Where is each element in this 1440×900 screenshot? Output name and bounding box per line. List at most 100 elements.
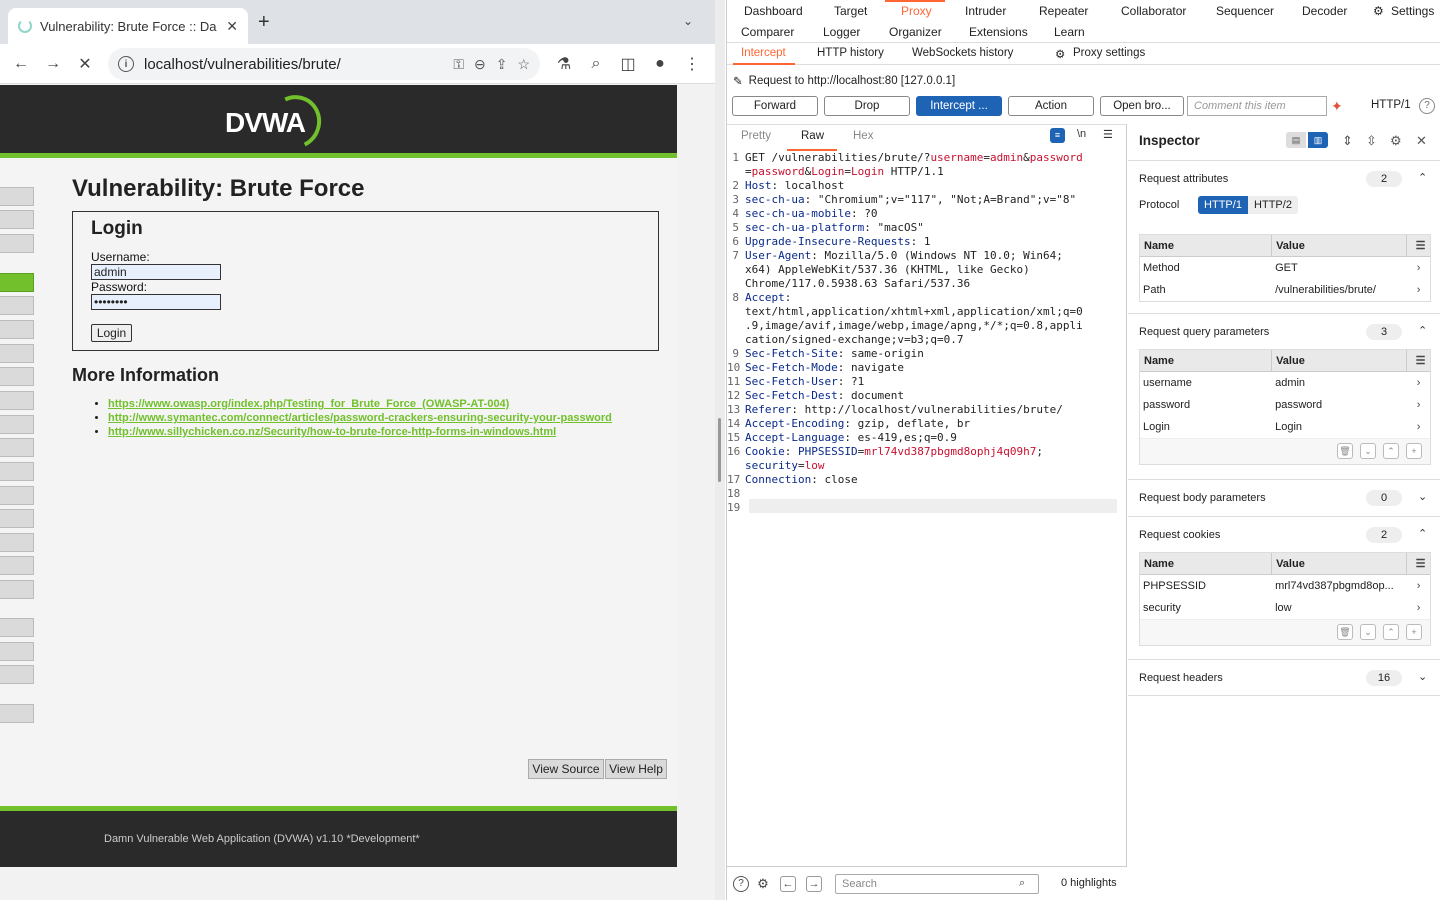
code-line[interactable]: 11 Sec-Fetch-User: ?1 (727, 375, 1127, 389)
highlight-color-icon[interactable]: ✦ (1331, 98, 1343, 115)
menu-button[interactable] (0, 533, 34, 552)
column-menu-icon[interactable]: ☰ (1407, 553, 1430, 574)
code-line[interactable]: 8 Accept: (727, 291, 1127, 305)
menu-button[interactable] (0, 486, 34, 505)
chevron-up-icon[interactable]: ⌃ (1418, 527, 1427, 540)
chevron-up-icon[interactable]: ⌃ (1418, 324, 1427, 337)
extension-flask-icon[interactable]: ⚗ (552, 52, 576, 76)
comment-input[interactable]: Comment this item (1187, 96, 1327, 116)
newline-toggle[interactable]: \n (1077, 128, 1086, 140)
delete-icon[interactable]: 🗑 (1337, 443, 1353, 459)
menu-button[interactable] (0, 187, 34, 206)
bookmark-star-icon[interactable]: ☆ (517, 56, 530, 73)
site-info-icon[interactable]: i (118, 56, 134, 72)
profile-avatar-icon[interactable]: ● (648, 52, 672, 76)
subtab-intercept[interactable]: Intercept (741, 47, 786, 59)
tab-repeater[interactable]: Repeater (1039, 4, 1088, 18)
code-line[interactable]: 19 (727, 501, 1127, 515)
chevron-right-icon[interactable]: › (1407, 394, 1430, 416)
menu-button[interactable] (0, 391, 34, 410)
menu-button[interactable] (0, 344, 34, 363)
column-menu-icon[interactable]: ☰ (1407, 235, 1430, 256)
code-line[interactable]: security=low (727, 459, 1127, 473)
tab-extensions[interactable]: Extensions (969, 25, 1028, 39)
side-panel-icon[interactable]: ◫ (616, 52, 640, 76)
move-down-icon[interactable]: ⌄ (1360, 624, 1376, 640)
http2-toggle[interactable]: HTTP/2 (1248, 196, 1298, 214)
tab-settings[interactable]: Settings (1391, 4, 1434, 18)
drop-button[interactable]: Drop (824, 96, 910, 116)
tab-comparer[interactable]: Comparer (741, 25, 794, 39)
table-row[interactable]: PHPSESSID mrl74vd387pbgmd8op... › (1140, 575, 1430, 597)
section-request-attributes[interactable]: Request attributes 2 ⌃ (1128, 160, 1440, 197)
tab-intruder[interactable]: Intruder (965, 4, 1006, 18)
kebab-menu-icon[interactable]: ⋮ (680, 52, 704, 76)
chevron-right-icon[interactable]: › (1407, 575, 1430, 597)
expand-all-icon[interactable]: ⇕ (1342, 133, 1353, 149)
word-wrap-icon[interactable]: ≡ (1050, 128, 1065, 143)
request-raw-text[interactable]: 1 GET /vulnerabilities/brute/?username=ad… (727, 151, 1127, 515)
stop-loading-icon[interactable]: ✕ (73, 52, 97, 76)
move-up-icon[interactable]: ⌃ (1383, 443, 1399, 459)
section-body-parameters[interactable]: Request body parameters 0 ⌄ (1128, 479, 1440, 516)
code-line[interactable]: 9 Sec-Fetch-Site: same-origin (727, 347, 1127, 361)
code-line[interactable]: 3 sec-ch-ua: "Chromium";v="117", "Not;A=B… (727, 193, 1127, 207)
menu-button[interactable] (0, 320, 34, 339)
browser-tab[interactable]: Vulnerability: Brute Force :: Da ✕ (8, 8, 248, 44)
tab-raw[interactable]: Raw (801, 130, 824, 142)
pencil-icon[interactable]: ✎ (733, 74, 743, 88)
intercept-toggle-button[interactable]: Intercept ... (916, 96, 1002, 116)
view-help-button[interactable]: View Help (605, 759, 667, 779)
back-arrow-icon[interactable]: ← (9, 52, 33, 76)
address-bar[interactable]: i localhost/vulnerabilities/brute/ ⚿ ⊖ ⇪… (108, 48, 540, 80)
menu-button-brute-force-active[interactable] (0, 273, 34, 292)
search-input[interactable]: Search (835, 874, 1039, 894)
close-tab-icon[interactable]: ✕ (226, 18, 238, 35)
password-input[interactable]: •••••••• (91, 294, 221, 310)
close-icon[interactable]: ✕ (1416, 133, 1427, 149)
chevron-right-icon[interactable]: › (1407, 279, 1430, 301)
zoom-icon[interactable]: ⊖ (474, 56, 486, 73)
table-row[interactable]: Method GET › (1140, 257, 1430, 279)
http1-toggle[interactable]: HTTP/1 (1198, 196, 1248, 214)
delete-icon[interactable]: 🗑 (1337, 624, 1353, 640)
tab-target[interactable]: Target (834, 4, 867, 18)
menu-button[interactable] (0, 580, 34, 599)
add-icon[interactable]: + (1406, 443, 1422, 459)
splitter-handle[interactable] (718, 418, 721, 482)
code-line[interactable]: 5 sec-ch-ua-platform: "macOS" (727, 221, 1127, 235)
help-icon[interactable]: ? (1419, 98, 1435, 114)
code-line[interactable]: 16 Cookie: PHPSESSID=mrl74vd387pbgmd8ophj… (727, 445, 1127, 459)
add-icon[interactable]: + (1406, 624, 1422, 640)
code-line[interactable]: 4 sec-ch-ua-mobile: ?0 (727, 207, 1127, 221)
search-icon[interactable]: ⌕ (584, 52, 608, 76)
code-line[interactable]: 7 User-Agent: Mozilla/5.0 (Windows NT 10.… (727, 249, 1127, 263)
proxy-settings-gear-icon[interactable]: ⚙ (1055, 47, 1065, 61)
code-line[interactable]: Chrome/117.0.5938.63 Safari/537.36 (727, 277, 1127, 291)
chevron-right-icon[interactable]: › (1407, 372, 1430, 394)
table-row[interactable]: Login Login › (1140, 416, 1430, 438)
column-menu-icon[interactable]: ☰ (1407, 350, 1430, 371)
chevron-down-icon[interactable]: ⌄ (1418, 490, 1427, 503)
action-button[interactable]: Action (1008, 96, 1094, 116)
subtab-proxy-settings[interactable]: Proxy settings (1073, 47, 1145, 59)
settings-gear-icon[interactable]: ⚙ (1390, 133, 1402, 149)
key-icon[interactable]: ⚿ (453, 56, 464, 73)
tab-organizer[interactable]: Organizer (889, 25, 942, 39)
http-version-label[interactable]: HTTP/1 (1371, 99, 1411, 111)
code-line[interactable]: 1 GET /vulnerabilities/brute/?username=ad… (727, 151, 1127, 165)
table-row[interactable]: username admin › (1140, 372, 1430, 394)
code-line[interactable]: 18 (727, 487, 1127, 501)
menu-button[interactable] (0, 296, 34, 315)
forward-arrow-icon[interactable]: → (41, 52, 65, 76)
code-line[interactable]: 10 Sec-Fetch-Mode: navigate (727, 361, 1127, 375)
tab-logger[interactable]: Logger (823, 25, 860, 39)
settings-gear-icon[interactable]: ⚙ (755, 876, 771, 892)
tab-sequencer[interactable]: Sequencer (1216, 4, 1274, 18)
table-row[interactable]: security low › (1140, 597, 1430, 619)
table-row[interactable]: Path /vulnerabilities/brute/ › (1140, 279, 1430, 301)
forward-button[interactable]: Forward (732, 96, 818, 116)
url-text[interactable]: localhost/vulnerabilities/brute/ (144, 56, 443, 73)
new-tab-icon[interactable]: + (258, 12, 270, 32)
view-source-button[interactable]: View Source (528, 759, 604, 779)
